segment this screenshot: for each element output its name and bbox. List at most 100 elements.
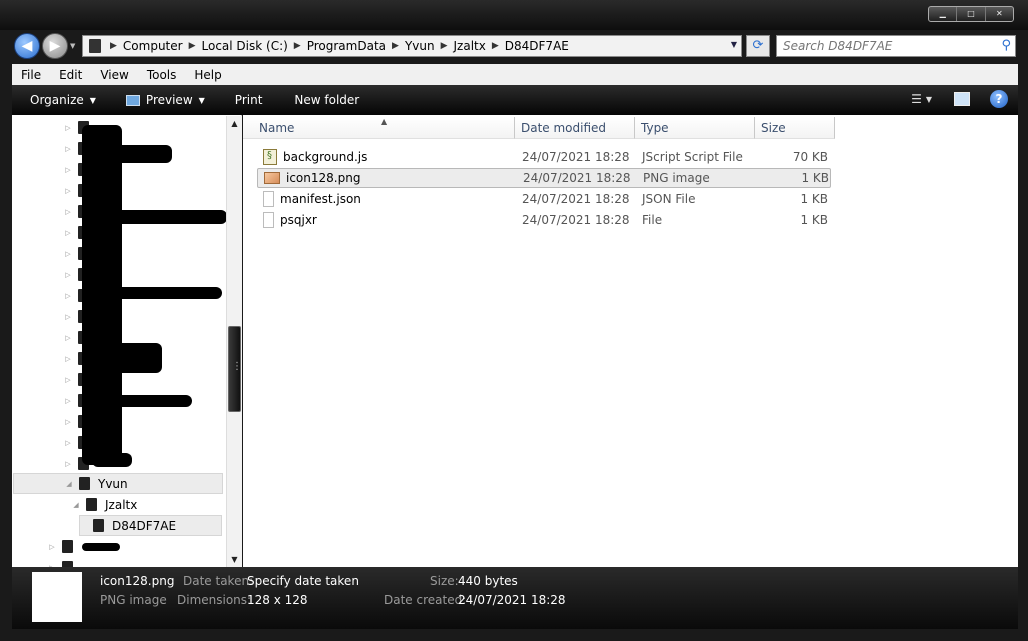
folder-icon: [93, 519, 104, 532]
expand-arrow-icon[interactable]: ▷: [64, 166, 72, 174]
expand-arrow-icon[interactable]: ▷: [64, 271, 72, 279]
expand-arrow-icon[interactable]: ▷: [64, 313, 72, 321]
search-input[interactable]: [777, 36, 987, 56]
expand-arrow-icon[interactable]: ▷: [64, 292, 72, 300]
file-row[interactable]: background.js 24/07/2021 18:28 JScript S…: [257, 147, 831, 167]
image-thumbnail: [32, 572, 82, 622]
minimize-button[interactable]: ▁: [929, 7, 958, 21]
explorer-window: ▁ □ ✕ ◀ ▶ ▼ ▶ Computer ▶ Local Disk (C:)…: [0, 0, 1028, 641]
tree-item-d84df7ae[interactable]: D84DF7AE: [79, 515, 222, 536]
column-header-date-modified[interactable]: Date modified: [515, 117, 635, 139]
expand-arrow-icon[interactable]: ▷: [64, 376, 72, 384]
file-row[interactable]: psqjxr 24/07/2021 18:28 File 1 KB: [257, 210, 831, 230]
date-created-value: 24/07/2021 18:28: [458, 593, 566, 607]
help-icon[interactable]: ?: [990, 90, 1008, 108]
chevron-down-icon[interactable]: ▼: [926, 95, 932, 104]
details-pane: icon128.png PNG image Date taken: Specif…: [12, 567, 1018, 629]
address-row: ◀ ▶ ▼ ▶ Computer ▶ Local Disk (C:) ▶ Pro…: [0, 30, 1028, 64]
search-icon[interactable]: ⚲: [1001, 38, 1011, 53]
file-name: manifest.json: [280, 192, 361, 206]
breadcrumb-separator[interactable]: ▶: [107, 41, 120, 51]
maximize-button[interactable]: □: [957, 7, 986, 21]
file-date: 24/07/2021 18:28: [522, 150, 630, 164]
breadcrumb-separator[interactable]: ▶: [291, 41, 304, 51]
search-box: ⚲: [776, 35, 1016, 57]
print-button[interactable]: Print: [225, 93, 273, 107]
expand-arrow-icon[interactable]: ▷: [64, 187, 72, 195]
expand-arrow-icon[interactable]: ▷: [64, 418, 72, 426]
scroll-up-arrow-icon[interactable]: ▲: [227, 116, 242, 131]
file-size: 70 KB: [792, 150, 828, 164]
chevron-down-icon[interactable]: ▼: [731, 40, 737, 49]
breadcrumb-jzaltx[interactable]: Jzaltx: [451, 39, 489, 53]
tree-item-label: Yvun: [98, 476, 128, 491]
tree-item-label: Jzaltx: [105, 497, 138, 512]
menu-view[interactable]: View: [91, 68, 137, 82]
column-header-name[interactable]: ▲ Name: [243, 117, 515, 139]
tree-item[interactable]: ▷: [48, 557, 241, 567]
details-filetype: PNG image: [100, 593, 167, 607]
file-list-pane: ▲ Name Date modified Type Size backgroun…: [243, 115, 1018, 567]
menu-tools[interactable]: Tools: [138, 68, 186, 82]
new-folder-button[interactable]: New folder: [284, 93, 369, 107]
refresh-button[interactable]: ⟳: [746, 35, 770, 57]
folder-icon: [79, 477, 90, 490]
expand-arrow-icon[interactable]: ▷: [64, 229, 72, 237]
expand-arrow-icon[interactable]: ▷: [64, 355, 72, 363]
details-filename: icon128.png: [100, 574, 175, 588]
file-type: JScript Script File: [642, 150, 743, 164]
collapse-arrow-icon[interactable]: ◢: [72, 501, 80, 509]
file-row-selected[interactable]: icon128.png 24/07/2021 18:28 PNG image 1…: [257, 168, 831, 188]
expand-arrow-icon[interactable]: ▷: [64, 334, 72, 342]
back-button[interactable]: ◀: [14, 33, 40, 59]
scroll-down-arrow-icon[interactable]: ▼: [227, 552, 242, 567]
expand-arrow-icon[interactable]: ▷: [64, 397, 72, 405]
menu-help[interactable]: Help: [185, 68, 230, 82]
file-type: JSON File: [642, 192, 696, 206]
organize-button[interactable]: Organize ▼: [12, 93, 106, 107]
tree-item[interactable]: ▷: [48, 536, 241, 557]
breadcrumb-computer[interactable]: Computer: [120, 39, 186, 53]
expand-arrow-icon[interactable]: ▷: [64, 250, 72, 258]
folder-icon: [62, 540, 73, 553]
change-view-icon[interactable]: ☰: [911, 92, 922, 106]
recent-pages-dropdown[interactable]: ▼: [70, 42, 78, 50]
forward-button[interactable]: ▶: [42, 33, 68, 59]
close-button[interactable]: ✕: [986, 7, 1013, 21]
preview-pane-icon[interactable]: [954, 92, 970, 106]
address-bar[interactable]: ▶ Computer ▶ Local Disk (C:) ▶ ProgramDa…: [82, 35, 742, 57]
redaction-mark: [92, 453, 132, 467]
preview-button[interactable]: Preview ▼: [116, 93, 215, 107]
expand-arrow-icon[interactable]: ▷: [64, 124, 72, 132]
breadcrumb-local-disk[interactable]: Local Disk (C:): [199, 39, 291, 53]
tree-item-yvun[interactable]: ◢ Yvun: [13, 473, 223, 494]
scroll-thumb[interactable]: [228, 326, 242, 412]
size-value: 440 bytes: [458, 574, 518, 588]
expand-arrow-icon[interactable]: ▷: [48, 543, 56, 551]
tree-item-jzaltx[interactable]: ◢ Jzaltx: [72, 494, 241, 515]
expand-arrow-icon[interactable]: ▷: [64, 145, 72, 153]
json-file-icon: [263, 191, 274, 207]
expand-arrow-icon[interactable]: ▷: [64, 439, 72, 447]
file-name: icon128.png: [286, 171, 361, 185]
file-name: background.js: [283, 150, 368, 164]
breadcrumb-separator[interactable]: ▶: [186, 41, 199, 51]
file-row[interactable]: manifest.json 24/07/2021 18:28 JSON File…: [257, 189, 831, 209]
breadcrumb-d84df7ae[interactable]: D84DF7AE: [502, 39, 572, 53]
expand-arrow-icon[interactable]: ▷: [64, 208, 72, 216]
breadcrumb-separator[interactable]: ▶: [389, 41, 402, 51]
collapse-arrow-icon[interactable]: ◢: [65, 480, 73, 488]
navigation-scrollbar[interactable]: ▲ ▼: [226, 116, 242, 567]
menu-edit[interactable]: Edit: [50, 68, 91, 82]
navigation-pane: ▷ ▷ ▷ ▷ ▷ ▷ ▷ ▷ ▷ ▷ ▷ ▷ ▷ ▷ ▷ ▷ ▷ ◢ Yvun…: [12, 115, 242, 567]
date-taken-value[interactable]: Specify date taken: [247, 574, 359, 588]
breadcrumb-yvun[interactable]: Yvun: [402, 39, 438, 53]
breadcrumb-separator[interactable]: ▶: [438, 41, 451, 51]
breadcrumb-separator[interactable]: ▶: [489, 41, 502, 51]
menu-bar: File Edit View Tools Help: [12, 64, 1018, 85]
column-header-type[interactable]: Type: [635, 117, 755, 139]
menu-file[interactable]: File: [12, 68, 50, 82]
column-header-size[interactable]: Size: [755, 117, 835, 139]
breadcrumb-programdata[interactable]: ProgramData: [304, 39, 389, 53]
expand-arrow-icon[interactable]: ▷: [64, 460, 72, 468]
